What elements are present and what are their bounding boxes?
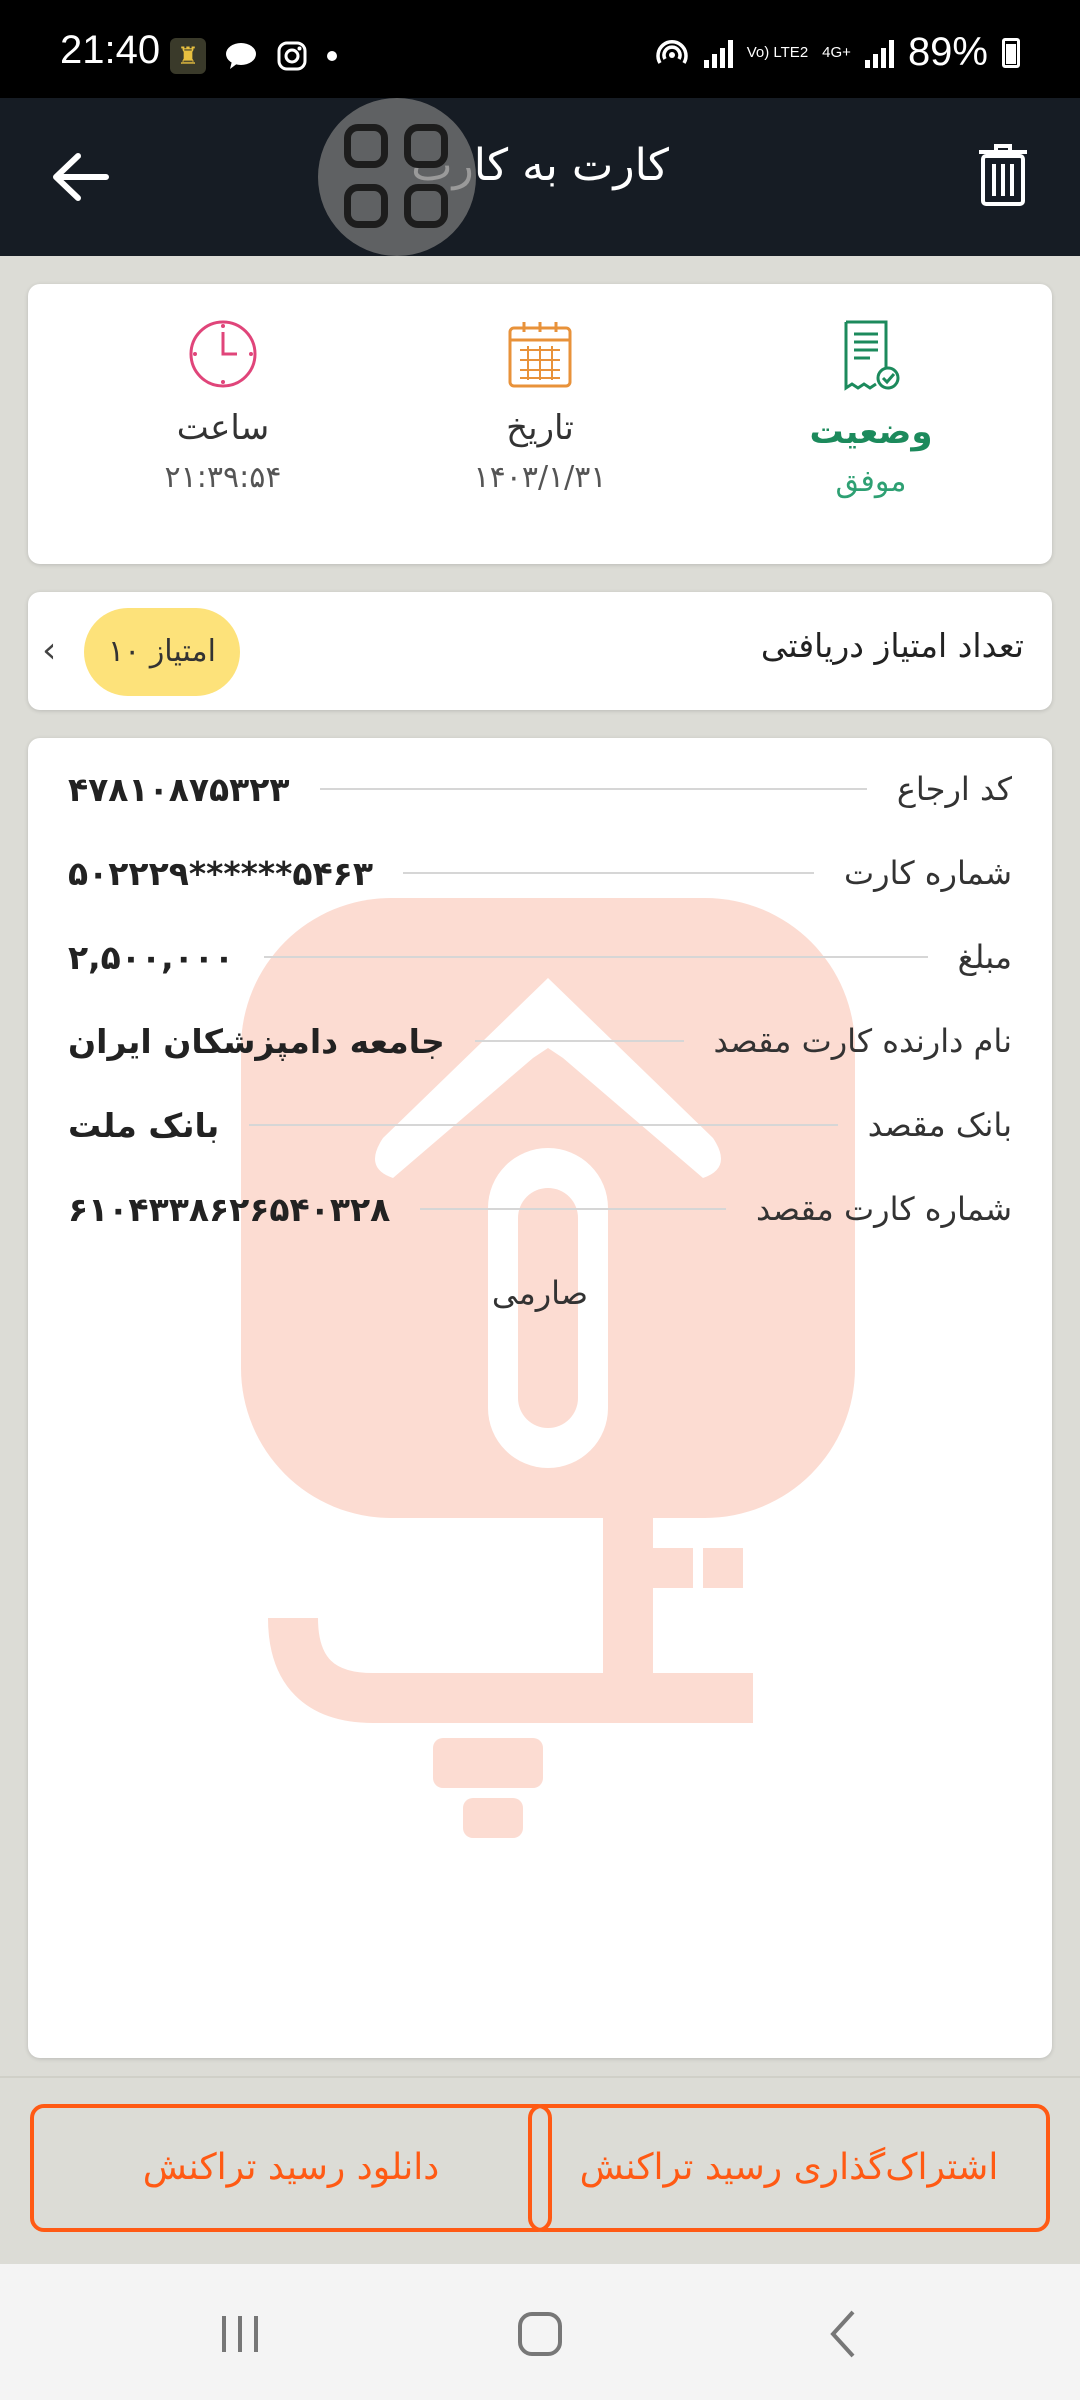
back-nav-icon[interactable] bbox=[815, 2304, 875, 2364]
detail-key: نام دارنده کارت مقصد bbox=[713, 1022, 1012, 1060]
points-label: تعداد امتیاز دریافتی bbox=[760, 626, 1024, 665]
date-summary: تاریخ ۱۴۰۳/۱/۳۱ bbox=[415, 318, 665, 495]
network-gen-label: 4G+ bbox=[822, 43, 851, 61]
date-value: ۱۴۰۳/۱/۳۱ bbox=[473, 460, 607, 495]
page-title: کارت به کارت bbox=[411, 140, 669, 191]
battery-percent: 89% bbox=[907, 30, 988, 74]
status-time: 21:40 bbox=[60, 28, 161, 72]
grid-cell-icon bbox=[344, 124, 388, 168]
detail-key: کد ارجاع bbox=[896, 770, 1012, 808]
signal-icon bbox=[703, 38, 733, 68]
action-bar: اشتراک‌گذاری رسید تراکنش دانلود رسید ترا… bbox=[0, 2076, 1080, 2264]
detail-row-dest-bank: بانک مقصد بانک ملت bbox=[68, 1100, 1012, 1150]
time-value: ۲۱:۳۹:۵۴ bbox=[164, 460, 282, 495]
detail-row-reference: کد ارجاع ۴۷۸۱۰۸۷۵۳۲۳ bbox=[68, 764, 1012, 814]
detail-value[interactable]: ۵۰۲۲۲۹******۵۴۶۳ bbox=[68, 854, 373, 893]
row-divider bbox=[264, 956, 928, 958]
network-label: Vo) LTE2 bbox=[746, 43, 809, 61]
date-label: تاریخ bbox=[506, 408, 574, 448]
detail-row-dest-card: شماره کارت مقصد ۶۱۰۴۳۳۸۶۲۶۵۴۰۳۲۸ bbox=[68, 1184, 1012, 1234]
row-divider bbox=[474, 1040, 684, 1042]
transaction-summary-card: وضعیت موفق تاریخ ۱۴۰۳/۱/۳۱ ساعت ۲۱:۳۹:۵۴ bbox=[28, 284, 1052, 564]
detail-value[interactable]: ۲,۵۰۰,۰۰۰ bbox=[68, 938, 234, 977]
points-card[interactable]: تعداد امتیاز دریافتی ۱۰ امتیاز ‹ bbox=[28, 592, 1052, 710]
grid-cell-icon bbox=[404, 124, 448, 168]
detail-key: مبلغ bbox=[957, 938, 1012, 976]
transaction-note: صارمی bbox=[491, 1274, 589, 1312]
row-divider bbox=[319, 788, 867, 790]
chevron-left-icon: ‹ bbox=[42, 630, 57, 671]
floating-grid-button[interactable] bbox=[318, 98, 476, 256]
battery-icon bbox=[1002, 37, 1020, 68]
time-label: ساعت bbox=[176, 408, 270, 448]
recent-apps-icon[interactable] bbox=[210, 2304, 270, 2364]
points-badge: ۱۰ امتیاز bbox=[84, 608, 240, 696]
status-label: وضعیت bbox=[809, 412, 933, 452]
home-icon[interactable] bbox=[510, 2304, 570, 2364]
time-summary: ساعت ۲۱:۳۹:۵۴ bbox=[98, 318, 348, 495]
detail-row-card-number: شماره کارت ۵۰۲۲۲۹******۵۴۶۳ bbox=[68, 848, 1012, 898]
detail-key: شماره کارت مقصد bbox=[755, 1190, 1012, 1228]
detail-row-holder-name: نام دارنده کارت مقصد جامعه دامپزشکان ایر… bbox=[68, 1016, 1012, 1066]
detail-value[interactable]: جامعه دامپزشکان ایران bbox=[68, 1022, 445, 1061]
system-nav-bar bbox=[0, 2264, 1080, 2400]
detail-key: شماره کارت bbox=[843, 854, 1012, 892]
status-summary: وضعیت موفق bbox=[746, 318, 996, 499]
instagram-icon bbox=[277, 41, 307, 71]
transaction-details-card: کد ارجاع ۴۷۸۱۰۸۷۵۳۲۳ شماره کارت ۵۰۲۲۲۹**… bbox=[28, 738, 1052, 2058]
grid-cell-icon bbox=[404, 184, 448, 228]
chat-icon bbox=[226, 43, 256, 69]
clock-icon bbox=[189, 320, 257, 388]
share-receipt-button[interactable]: اشتراک‌گذاری رسید تراکنش bbox=[528, 2104, 1050, 2232]
download-receipt-button[interactable]: دانلود رسید تراکنش bbox=[30, 2104, 552, 2232]
detail-value[interactable]: ۴۷۸۱۰۸۷۵۳۲۳ bbox=[68, 770, 290, 809]
row-divider bbox=[249, 1124, 838, 1126]
hotspot-icon bbox=[656, 39, 688, 64]
detail-value[interactable]: بانک ملت bbox=[68, 1106, 219, 1145]
detail-key: بانک مقصد bbox=[867, 1106, 1012, 1144]
trash-icon[interactable] bbox=[976, 142, 1030, 208]
status-bar: 21:40 ♜ Vo) LTE2 4G+ 89% bbox=[0, 0, 1080, 98]
detail-value[interactable]: ۶۱۰۴۳۳۸۶۲۶۵۴۰۳۲۸ bbox=[68, 1190, 390, 1229]
app-notification-icon: ♜ bbox=[170, 38, 206, 74]
grid-cell-icon bbox=[344, 184, 388, 228]
status-value: موفق bbox=[835, 464, 907, 499]
dot-icon bbox=[327, 51, 337, 61]
app-header: کارت به کارت bbox=[0, 98, 1080, 256]
detail-row-amount: مبلغ ۲,۵۰۰,۰۰۰ bbox=[68, 932, 1012, 982]
row-divider bbox=[420, 1208, 726, 1210]
calendar-icon bbox=[508, 322, 572, 388]
row-divider bbox=[402, 872, 814, 874]
signal-icon-2 bbox=[864, 38, 894, 68]
receipt-check-icon bbox=[844, 320, 900, 391]
